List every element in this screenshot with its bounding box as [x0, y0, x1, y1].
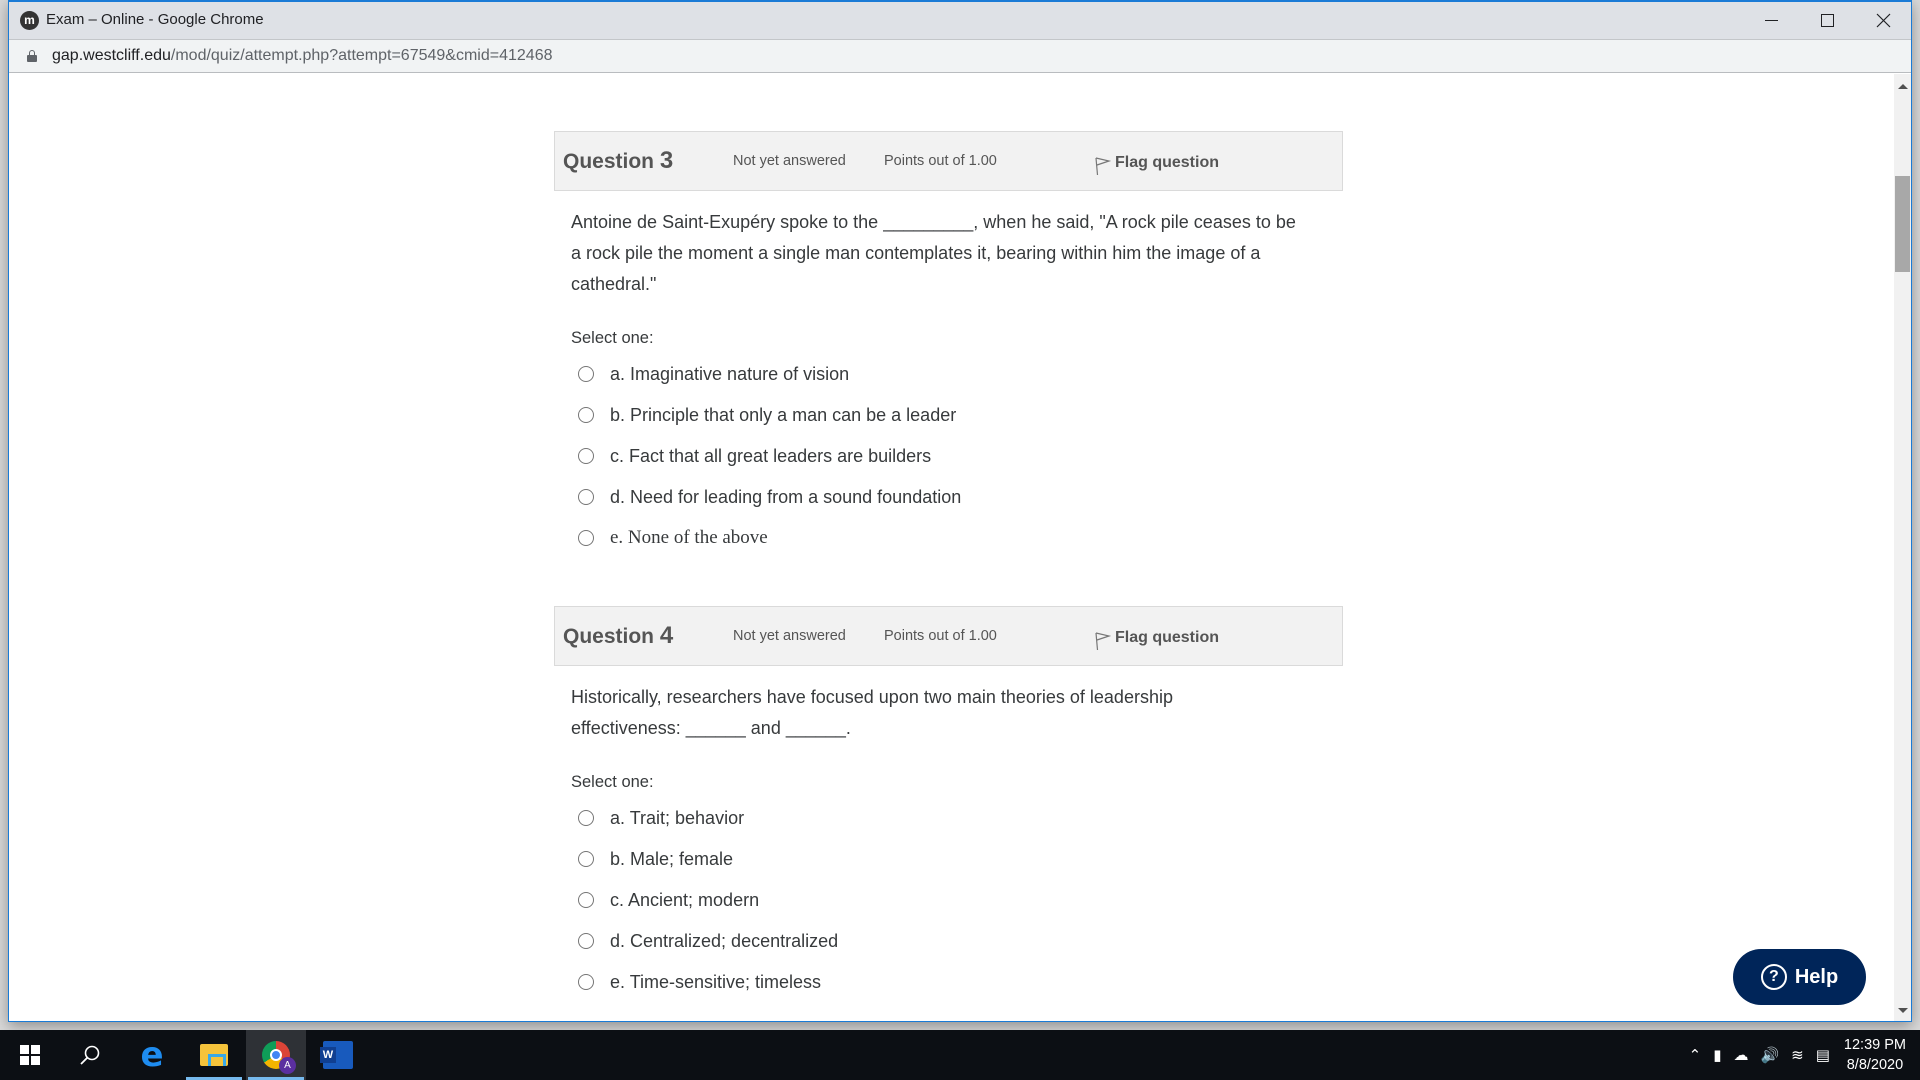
answer-option-b[interactable]: b. Principle that only a man can be a le… [578, 400, 956, 430]
windows-logo-icon [20, 1045, 40, 1065]
select-one-prompt: Select one: [571, 773, 654, 791]
clock-date: 8/8/2020 [1846, 1057, 1904, 1073]
radio-button[interactable] [578, 407, 594, 423]
scrollbar-thumb[interactable] [1895, 176, 1910, 272]
radio-button[interactable] [578, 448, 594, 464]
option-label: a. Trait; behavior [610, 807, 745, 828]
vertical-scrollbar[interactable] [1894, 74, 1911, 1021]
flag-question-button[interactable]: Flag question [1093, 625, 1219, 651]
question-number: Question 3 [563, 147, 674, 174]
close-icon [1876, 13, 1890, 28]
radio-button[interactable] [578, 892, 594, 908]
word-icon: W [320, 1041, 353, 1069]
radio-button[interactable] [578, 366, 594, 382]
question-text: Historically, researchers have focused u… [571, 687, 1173, 738]
chrome-icon: A [262, 1041, 296, 1074]
radio-button[interactable] [578, 530, 594, 546]
question-header: Question 3 Not yet answered Points out o… [554, 131, 1343, 191]
search-button[interactable] [60, 1030, 120, 1080]
url-domain: gap.westcliff.edu [52, 47, 171, 64]
wifi-icon[interactable]: ≋ [1791, 1046, 1804, 1064]
flag-icon [1095, 632, 1111, 651]
window-title: Exam – Online - Google Chrome [46, 11, 264, 28]
system-tray: ⌃ ▮ ☁ 🔊 ≋ ▤ 12:39 PM 8/8/2020 [1683, 1030, 1920, 1080]
flag-icon [1095, 157, 1111, 176]
taskbar-word[interactable]: W [308, 1030, 368, 1080]
help-icon: ? [1760, 964, 1787, 990]
question-4: Question 4 Not yet answered Points out o… [554, 606, 1343, 992]
question-text: Antoine de Saint-Exupéry spoke to the __… [571, 212, 1296, 294]
answer-option-e[interactable]: e. Time-sensitive; timeless [578, 967, 821, 997]
answer-option-a[interactable]: a. Imaginative nature of vision [578, 359, 849, 389]
url-path: /mod/quiz/attempt.php?attempt=67549&cmid… [170, 47, 553, 64]
scroll-down-arrow-icon[interactable] [1898, 1008, 1908, 1013]
help-label: Help [1794, 965, 1839, 988]
select-one-prompt: Select one: [571, 329, 654, 347]
radio-button[interactable] [578, 489, 594, 505]
radio-button[interactable] [578, 974, 594, 990]
answer-option-a[interactable]: a. Trait; behavior [578, 803, 744, 833]
edge-icon: e [140, 1035, 164, 1075]
windows-taskbar: e A W ⌃ ▮ ☁ 🔊 ≋ ▤ 12:39 PM 8/8/2020 [0, 1030, 1920, 1080]
question-3: Question 3 Not yet answered Points out o… [554, 131, 1343, 548]
option-label: b. Principle that only a man can be a le… [610, 404, 957, 425]
question-points: Points out of 1.00 [884, 628, 997, 644]
moodle-app-icon: m [20, 11, 39, 30]
radio-button[interactable] [578, 933, 594, 949]
battery-icon[interactable]: ▮ [1713, 1046, 1721, 1064]
clock[interactable]: 12:39 PM 8/8/2020 [1844, 1035, 1906, 1075]
maximize-button[interactable] [1799, 2, 1855, 39]
search-icon [80, 1045, 100, 1065]
taskbar-file-explorer[interactable] [184, 1030, 244, 1080]
close-button[interactable] [1855, 2, 1911, 39]
page-content: Question 3 Not yet answered Points out o… [9, 74, 1893, 1021]
answer-option-c[interactable]: c. Ancient; modern [578, 885, 759, 915]
minimize-icon [1764, 20, 1778, 21]
option-label: b. Male; female [610, 848, 734, 869]
flag-question-label: Flag question [1115, 154, 1219, 171]
taskbar-edge[interactable]: e [122, 1030, 182, 1080]
flag-question-label: Flag question [1115, 629, 1219, 646]
title-bar[interactable]: m Exam – Online - Google Chrome [9, 2, 1911, 39]
option-label: d. Need for leading from a sound foundat… [610, 486, 962, 507]
folder-icon [200, 1044, 228, 1066]
address-bar[interactable]: gap.westcliff.edu/mod/quiz/attempt.php?a… [9, 39, 1911, 73]
answer-option-b[interactable]: b. Male; female [578, 844, 733, 874]
onedrive-cloud-icon[interactable]: ☁ [1733, 1046, 1748, 1064]
notification-icon[interactable]: ▤ [1816, 1046, 1830, 1064]
question-header: Question 4 Not yet answered Points out o… [554, 606, 1343, 666]
question-state: Not yet answered [733, 153, 846, 169]
maximize-icon [1820, 14, 1834, 27]
option-label: c. Fact that all great leaders are build… [610, 445, 932, 466]
answer-option-e[interactable]: e. None of the above [578, 523, 768, 553]
answer-option-d[interactable]: d. Centralized; decentralized [578, 926, 838, 956]
option-label: c. Ancient; modern [610, 889, 760, 910]
flag-question-button[interactable]: Flag question [1093, 150, 1219, 176]
answer-option-d[interactable]: d. Need for leading from a sound foundat… [578, 482, 961, 512]
chevron-up-icon[interactable]: ⌃ [1689, 1046, 1702, 1064]
option-label: a. Imaginative nature of vision [610, 363, 850, 384]
volume-icon[interactable]: 🔊 [1760, 1046, 1779, 1064]
clock-time: 12:39 PM [1843, 1037, 1906, 1053]
start-button[interactable] [0, 1030, 60, 1080]
radio-button[interactable] [578, 810, 594, 826]
radio-button[interactable] [578, 851, 594, 867]
minimize-button[interactable] [1743, 2, 1799, 39]
answer-option-c[interactable]: c. Fact that all great leaders are build… [578, 441, 931, 471]
help-button[interactable]: ? Help [1733, 949, 1866, 1005]
question-state: Not yet answered [733, 628, 846, 644]
chrome-profile-badge: A [279, 1057, 296, 1074]
taskbar-chrome[interactable]: A [246, 1030, 306, 1080]
question-points: Points out of 1.00 [884, 153, 997, 169]
url-text[interactable]: gap.westcliff.edu/mod/quiz/attempt.php?a… [52, 47, 552, 65]
question-number: Question 4 [563, 622, 674, 649]
option-label: e. Time-sensitive; timeless [610, 971, 822, 992]
scroll-up-arrow-icon[interactable] [1898, 84, 1908, 89]
option-label: d. Centralized; decentralized [610, 930, 839, 951]
browser-window: m Exam – Online - Google Chrome gap.west… [8, 0, 1912, 1022]
lock-icon[interactable] [27, 50, 37, 62]
option-label: e. None of the above [610, 527, 768, 548]
